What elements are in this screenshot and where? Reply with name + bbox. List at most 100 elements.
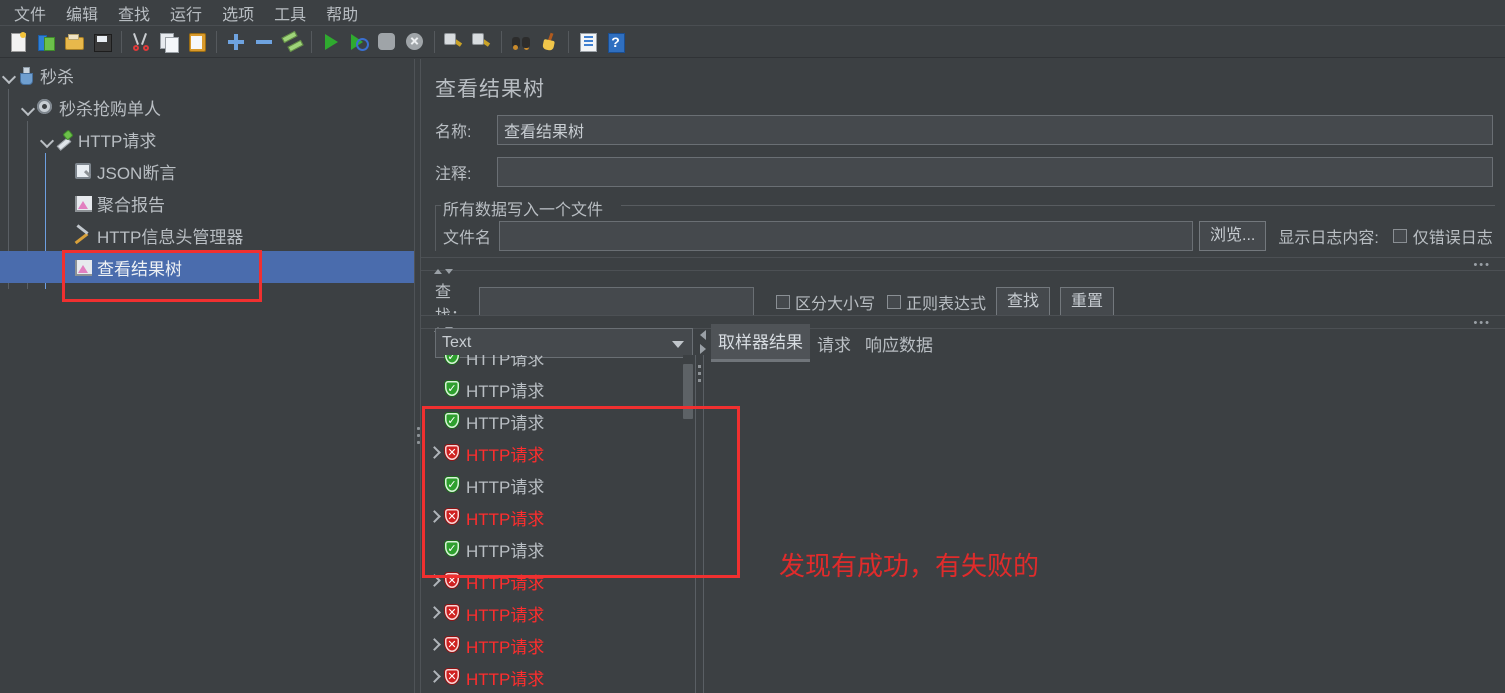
search-input[interactable]: [479, 287, 754, 317]
failure-shield-icon: [443, 572, 461, 590]
menu-item-edit[interactable]: 编辑: [56, 0, 108, 27]
collapse-all-button[interactable]: [251, 29, 277, 55]
cut-button[interactable]: [128, 29, 154, 55]
list-item[interactable]: HTTP请求: [425, 501, 695, 533]
save-button[interactable]: [89, 29, 115, 55]
case-sensitive-checkbox[interactable]: [776, 295, 790, 309]
menu-item-tools[interactable]: 工具: [264, 0, 316, 27]
splitter-grip[interactable]: [417, 427, 420, 449]
tree-node-http-request[interactable]: HTTP请求: [0, 123, 414, 155]
function-helper-button[interactable]: [575, 29, 601, 55]
row-twisty: [425, 476, 443, 494]
main-splitter[interactable]: [414, 59, 421, 693]
tab-sampler-result[interactable]: 取样器结果: [711, 324, 810, 362]
new-document-button[interactable]: [5, 29, 31, 55]
tree-node-header-manager[interactable]: HTTP信息头管理器: [0, 219, 414, 251]
tab-request[interactable]: 请求: [810, 327, 858, 362]
tree-node-test-plan[interactable]: 秒杀: [0, 59, 414, 91]
paste-button[interactable]: [184, 29, 210, 55]
strip-grip[interactable]: •••: [1473, 318, 1491, 329]
chevron-right-icon[interactable]: [425, 444, 443, 462]
result-list-scrollbar-thumb[interactable]: [683, 364, 693, 419]
start-button[interactable]: [318, 29, 344, 55]
result-tree-list[interactable]: HTTP请求 HTTP请求 HTTP请求 HTTP请求 HTTP请求: [425, 355, 695, 693]
tree-node-json-assertion[interactable]: JSON断言: [0, 155, 414, 187]
tree-node-label: 秒杀: [40, 67, 74, 87]
browse-button[interactable]: 浏览...: [1199, 221, 1267, 251]
comment-input[interactable]: [497, 157, 1493, 187]
menu-item-options[interactable]: 选项: [212, 0, 264, 27]
renderer-select[interactable]: Text: [435, 328, 693, 358]
list-item[interactable]: HTTP请求: [425, 629, 695, 661]
chevron-left-icon[interactable]: [700, 330, 706, 340]
open-button[interactable]: [61, 29, 87, 55]
tree-node-thread-group[interactable]: 秒杀抢购单人: [0, 91, 414, 123]
clear-all-button[interactable]: [469, 29, 495, 55]
chevron-down-icon[interactable]: [672, 341, 684, 348]
tree-node-view-results-tree[interactable]: 查看结果树: [0, 251, 414, 283]
failure-shield-icon: [443, 636, 461, 654]
name-input[interactable]: [497, 115, 1493, 145]
menu-item-help[interactable]: 帮助: [316, 0, 368, 27]
shutdown-button[interactable]: [402, 29, 428, 55]
collapse-strip-upper[interactable]: •••: [421, 257, 1505, 274]
search-button[interactable]: [508, 29, 534, 55]
toolbar-separator: [501, 31, 502, 53]
tree-node-label: 查看结果树: [97, 259, 182, 279]
chevron-down-icon[interactable]: [40, 132, 54, 146]
menu-item-search[interactable]: 查找: [108, 0, 160, 27]
stop-button[interactable]: [374, 29, 400, 55]
copy-button[interactable]: [156, 29, 182, 55]
copy-icon: [159, 32, 179, 53]
chevron-down-icon[interactable]: [2, 68, 16, 82]
save-icon: [92, 32, 112, 52]
list-item[interactable]: HTTP请求: [425, 565, 695, 597]
comment-row: 注释:: [435, 157, 1495, 187]
list-item[interactable]: HTTP请求: [425, 533, 695, 565]
view-results-tree-icon: [73, 257, 93, 277]
reset-button[interactable]: 重置: [1060, 287, 1115, 317]
tab-scroll-controls[interactable]: [699, 328, 709, 358]
list-item[interactable]: HTTP请求: [425, 355, 695, 373]
list-item[interactable]: HTTP请求: [425, 661, 695, 693]
start-no-timers-button[interactable]: [346, 29, 372, 55]
list-item[interactable]: HTTP请求: [425, 405, 695, 437]
tree-node-aggregate-report[interactable]: 聚合报告: [0, 187, 414, 219]
page-title: 查看结果树: [435, 78, 545, 101]
templates-button[interactable]: [33, 29, 59, 55]
clear-button[interactable]: [441, 29, 467, 55]
list-item[interactable]: HTTP请求: [425, 469, 695, 501]
menu-item-run[interactable]: 运行: [160, 0, 212, 27]
menu-item-file[interactable]: 文件: [4, 0, 56, 27]
list-item[interactable]: HTTP请求: [425, 437, 695, 469]
errors-only-checkbox[interactable]: [1392, 229, 1407, 243]
test-plan-tree[interactable]: 秒杀 秒杀抢购单人 HTTP请求 JSON断言 聚合报告 HTTP信息头管理器 …: [0, 59, 414, 693]
reset-search-icon: [539, 32, 559, 52]
log-display-label: 显示日志内容:: [1278, 230, 1379, 247]
list-item[interactable]: HTTP请求: [425, 597, 695, 629]
chevron-right-icon[interactable]: [425, 508, 443, 526]
chevron-right-icon[interactable]: [425, 636, 443, 654]
regex-checkbox[interactable]: [887, 295, 902, 309]
collapse-strip-lower[interactable]: •••: [421, 315, 1505, 332]
chevron-right-icon[interactable]: [425, 604, 443, 622]
filename-row: 文件名 浏览... 显示日志内容: 仅错误日志: [443, 221, 1493, 251]
strip-grip[interactable]: •••: [1473, 260, 1491, 271]
tab-response-data[interactable]: 响应数据: [858, 327, 940, 362]
help-button[interactable]: [603, 29, 629, 55]
chevron-right-icon[interactable]: [425, 668, 443, 686]
chevron-right-icon[interactable]: [425, 572, 443, 590]
toggle-button[interactable]: [279, 29, 305, 55]
list-splitter-grip[interactable]: [698, 365, 701, 386]
reset-search-button[interactable]: [536, 29, 562, 55]
regex-label: 正则表达式: [906, 296, 987, 313]
expand-all-button[interactable]: [223, 29, 249, 55]
collapse-arrows[interactable]: [434, 261, 456, 279]
find-button[interactable]: 查找: [996, 287, 1051, 317]
chevron-down-icon[interactable]: [21, 100, 35, 114]
list-item-label: HTTP请求: [466, 509, 545, 529]
start-no-timers-icon: [349, 32, 369, 52]
filename-input[interactable]: [499, 221, 1193, 251]
list-item[interactable]: HTTP请求: [425, 373, 695, 405]
chevron-right-icon[interactable]: [700, 344, 706, 354]
